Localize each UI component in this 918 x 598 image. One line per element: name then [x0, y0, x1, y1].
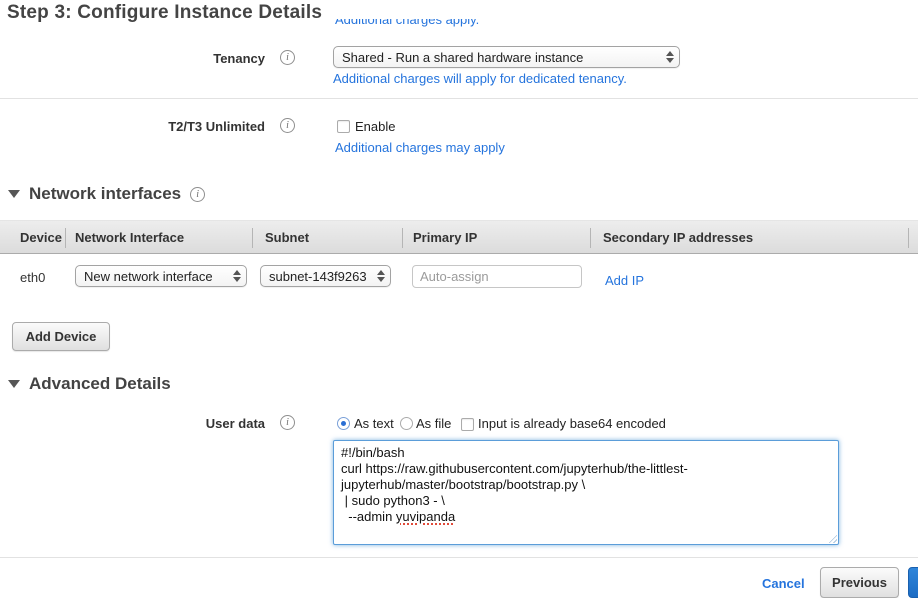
advanced-details-section-header[interactable]: Advanced Details — [8, 374, 171, 394]
enable-checkbox-label: Enable — [355, 119, 395, 134]
column-separator — [590, 228, 591, 248]
select-arrows-icon — [233, 270, 241, 282]
as-text-radio[interactable] — [337, 417, 350, 430]
column-separator — [252, 228, 253, 248]
tenancy-info-icon[interactable]: i — [280, 50, 295, 65]
enable-checkbox[interactable] — [337, 120, 350, 133]
select-arrows-icon — [666, 51, 674, 63]
primary-ip-input[interactable] — [412, 265, 582, 288]
subnet-select[interactable]: subnet-143f9263 — [260, 265, 391, 287]
as-text-radio-label: As text — [354, 416, 394, 431]
tenancy-select[interactable]: Shared - Run a shared hardware instance — [333, 46, 680, 68]
section-divider — [0, 98, 918, 99]
cancel-link[interactable]: Cancel — [762, 576, 805, 591]
user-data-label: User data — [100, 416, 265, 431]
add-ip-link[interactable]: Add IP — [605, 273, 644, 288]
user-data-textbox[interactable]: #!/bin/bash curl https://raw.githubuserc… — [333, 440, 839, 545]
column-separator — [908, 228, 909, 248]
t2t3-info-icon[interactable]: i — [280, 118, 295, 133]
column-separator — [65, 228, 66, 248]
network-interface-select-value: New network interface — [84, 269, 229, 284]
clipped-additional-charges-link: Additional charges apply. — [335, 19, 479, 31]
user-data-info-icon[interactable]: i — [280, 415, 295, 430]
base64-checkbox[interactable] — [461, 418, 474, 431]
t2t3-unlimited-label: T2/T3 Unlimited — [100, 119, 265, 134]
add-device-button[interactable]: Add Device — [12, 322, 110, 351]
network-interfaces-info-icon[interactable]: i — [190, 187, 205, 202]
network-interfaces-section-header[interactable]: Network interfaces i — [8, 184, 205, 204]
col-header-network-interface: Network Interface — [75, 230, 184, 245]
tenancy-charges-link[interactable]: Additional charges will apply for dedica… — [333, 71, 627, 86]
col-header-device: Device — [20, 230, 62, 245]
t2t3-charges-link[interactable]: Additional charges may apply — [335, 140, 505, 155]
tenancy-label: Tenancy — [100, 51, 265, 66]
previous-button[interactable]: Previous — [820, 567, 899, 598]
select-arrows-icon — [377, 270, 385, 282]
device-name: eth0 — [20, 270, 45, 285]
as-file-radio-label: As file — [416, 416, 451, 431]
network-interface-select[interactable]: New network interface — [75, 265, 247, 287]
network-interfaces-title: Network interfaces — [29, 184, 181, 204]
base64-checkbox-label: Input is already base64 encoded — [478, 416, 666, 431]
advanced-details-title: Advanced Details — [29, 374, 171, 394]
collapse-triangle-icon — [8, 190, 20, 198]
subnet-select-value: subnet-143f9263 — [269, 269, 373, 284]
col-header-primary-ip: Primary IP — [413, 230, 477, 245]
tenancy-select-value: Shared - Run a shared hardware instance — [342, 50, 662, 65]
column-separator — [402, 228, 403, 248]
configure-instance-page: Additional charges apply. Step 3: Config… — [0, 0, 918, 598]
footer-divider — [0, 557, 918, 558]
col-header-subnet: Subnet — [265, 230, 309, 245]
network-interfaces-table-header: Device Network Interface Subnet Primary … — [0, 220, 918, 254]
page-title: Step 3: Configure Instance Details — [7, 2, 322, 24]
collapse-triangle-icon — [8, 380, 20, 388]
next-step-button-partial[interactable] — [908, 567, 918, 598]
col-header-secondary-ip: Secondary IP addresses — [603, 230, 753, 245]
as-file-radio[interactable] — [400, 417, 413, 430]
additional-charges-apply-link[interactable]: Additional charges apply. — [335, 19, 479, 27]
